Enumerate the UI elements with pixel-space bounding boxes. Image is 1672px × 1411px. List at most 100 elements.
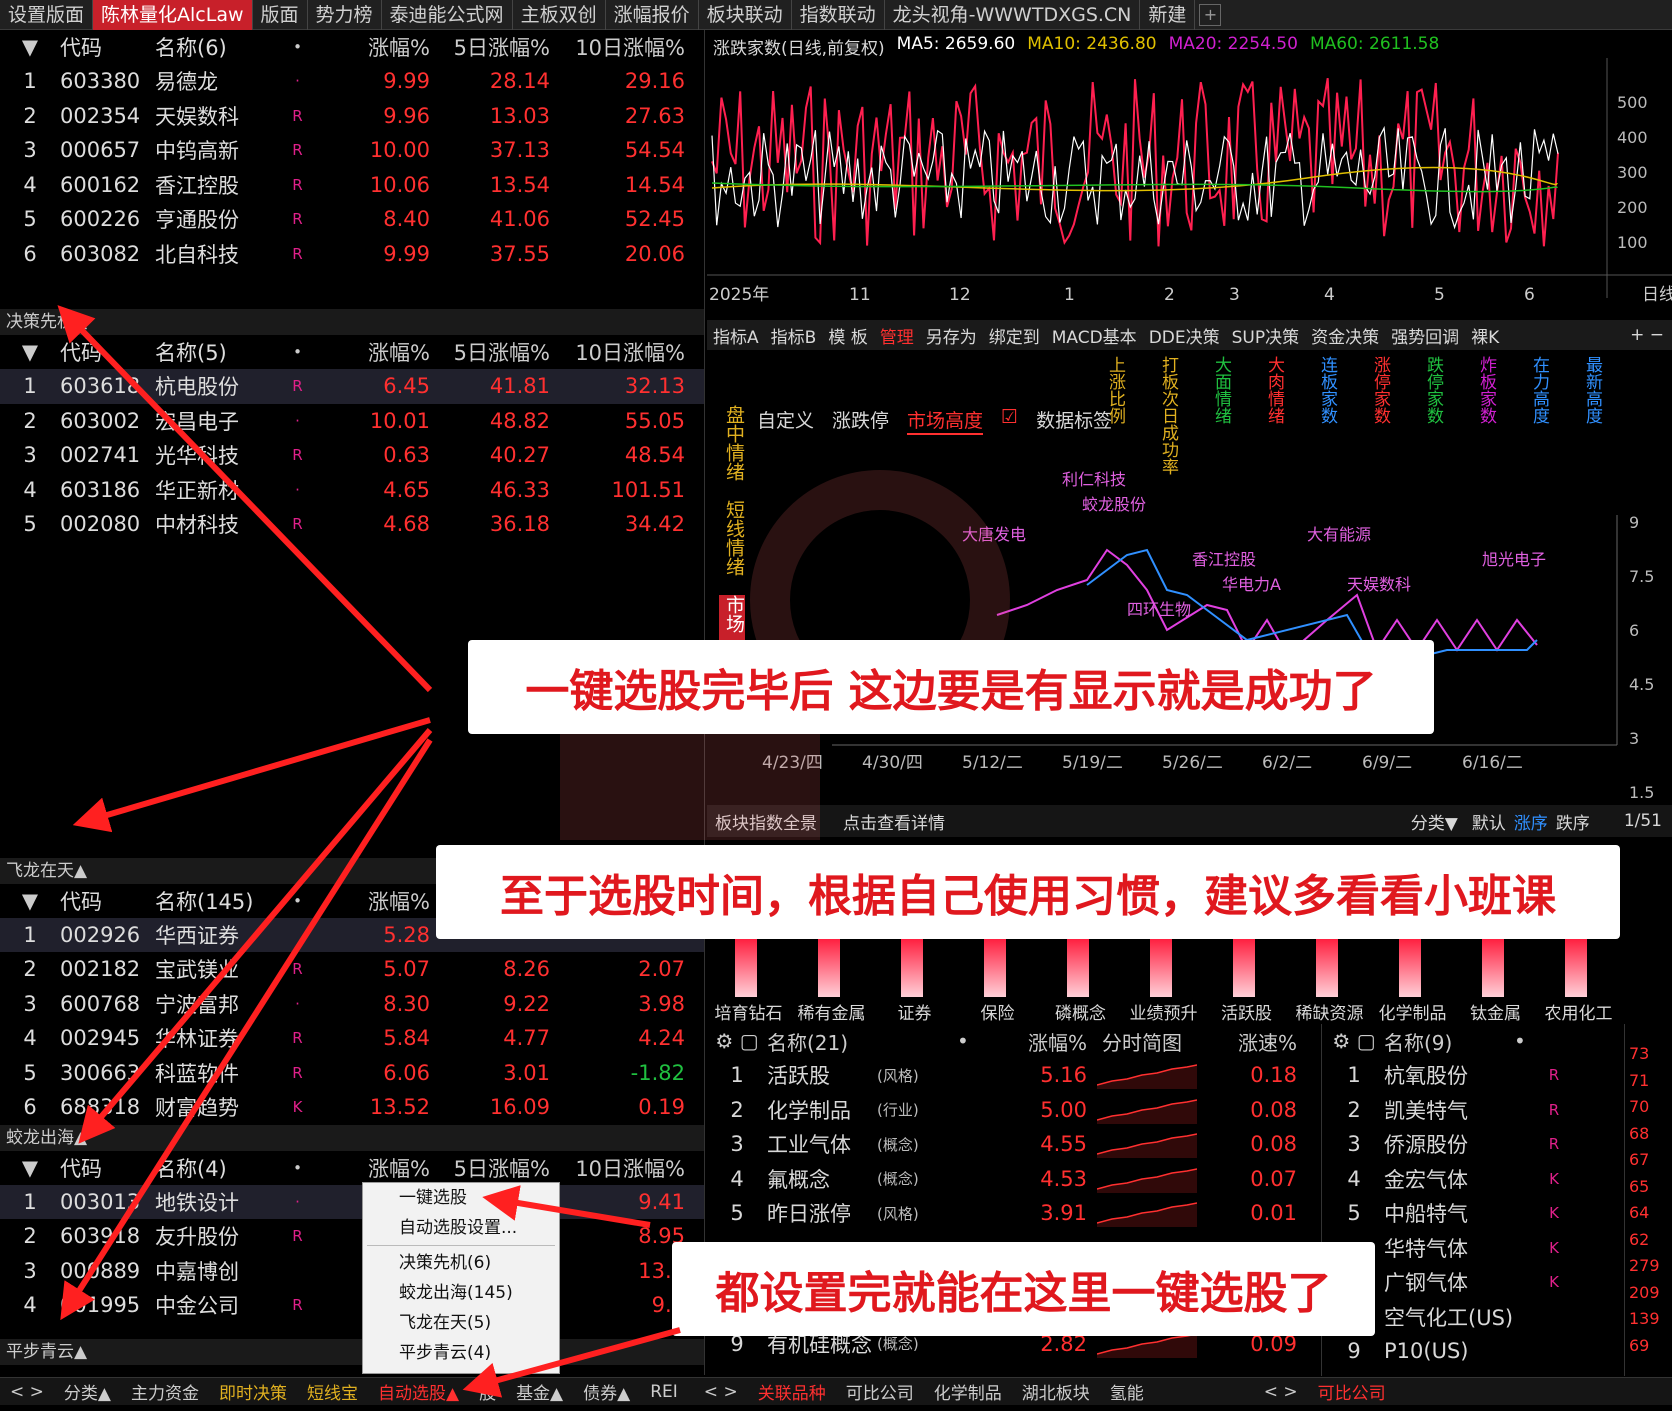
sort-down[interactable]: 跌序	[1552, 809, 1594, 834]
table-row[interactable]: 2 002354 天娱数科 R 9.96 13.03 27.63	[0, 99, 704, 134]
col-pct10[interactable]: 10日涨幅%	[550, 1153, 685, 1183]
section-decision[interactable]: 决策先机▲	[0, 309, 704, 335]
col-sector-name[interactable]: 名称(21)	[767, 1027, 957, 1056]
table-row[interactable]: 2 603002 宏昌电子 · 10.01 48.82 55.05	[0, 404, 704, 439]
tab-chenlin[interactable]: 陈林量化AlcLaw	[93, 0, 253, 30]
expand-plus-icon[interactable]: + −	[1622, 325, 1672, 345]
table-row[interactable]: 4 600162 香江控股 R 10.06 13.54 14.54	[0, 168, 704, 203]
col-pct[interactable]: 涨幅%	[325, 886, 430, 916]
tab-layout[interactable]: 版面	[253, 0, 308, 30]
col-pct[interactable]: 涨幅%	[325, 32, 430, 62]
col-pct5[interactable]: 5日涨幅%	[430, 337, 550, 367]
sector-bar[interactable]	[1399, 939, 1421, 997]
table-row[interactable]: 1 603380 易德龙 · 9.99 28.14 29.16	[0, 64, 704, 99]
sector-bar[interactable]	[1316, 939, 1338, 997]
col-pct5[interactable]: 5日涨幅%	[430, 32, 550, 62]
tab-layout-settings[interactable]: 设置版面	[0, 0, 94, 30]
bottom-tab-chemical[interactable]: 化学制品	[924, 1379, 1012, 1404]
col-name[interactable]: 名称(5)	[155, 337, 270, 367]
menu-flying[interactable]: 飞龙在天(5)	[363, 1308, 559, 1338]
menu-decision[interactable]: 决策先机(6)	[363, 1248, 559, 1278]
table-row[interactable]: 1 003013 地铁设计 · 9.41	[0, 1184, 704, 1219]
col-stock-name[interactable]: 名称(9)	[1384, 1027, 1514, 1056]
bottom-tab-category[interactable]: 分类▲	[54, 1379, 121, 1404]
table-row[interactable]: 4 氟概念 (概念) 4.53 0.07	[707, 1162, 1321, 1197]
ind-tab-manage[interactable]: 管理	[874, 323, 920, 348]
sort-triangle-icon[interactable]: ▼	[0, 340, 60, 364]
table-row[interactable]: 4 001995 中金公司 R 9.7	[0, 1288, 704, 1323]
table-row[interactable]: 1 杭氧股份 R	[1324, 1058, 1624, 1093]
col-pct5[interactable]: 5日涨幅%	[430, 1153, 550, 1183]
ind-tab-pullback[interactable]: 强势回调	[1385, 323, 1465, 348]
table-row[interactable]: 5 002080 中材科技 R 4.68 36.18 34.42	[0, 507, 704, 542]
bottom-tab-hydrogen[interactable]: 氢能	[1100, 1379, 1154, 1404]
nav-arrows-icon[interactable]: < >	[1254, 1382, 1308, 1402]
period-label[interactable]: 日线	[1642, 285, 1672, 305]
ind-tab-template[interactable]: 模 板	[822, 323, 873, 348]
col-sector-speed[interactable]: 涨速%	[1197, 1027, 1297, 1056]
sort-up[interactable]: 涨序	[1510, 809, 1552, 834]
tab-sector-link[interactable]: 板块联动	[699, 0, 792, 30]
table-row[interactable]: 2 凯美特气 R	[1324, 1093, 1624, 1128]
sector-bar[interactable]	[1482, 939, 1504, 997]
table-row[interactable]: 1 活跃股 (风格) 5.16 0.18	[707, 1058, 1321, 1093]
bottom-tab-hubei[interactable]: 湖北板块	[1012, 1379, 1100, 1404]
table-row[interactable]: 1 603618 杭电股份 R 6.45 41.81 32.13	[0, 369, 704, 404]
ind-tab-saveas[interactable]: 另存为	[920, 323, 983, 348]
sector-category-dropdown[interactable]: 分类▼	[1401, 809, 1468, 834]
table-row[interactable]: 9 P10(US)	[1324, 1334, 1624, 1369]
sector-bar[interactable]	[735, 939, 757, 997]
tab-main-board[interactable]: 主板双创	[513, 0, 606, 30]
advance-decline-chart[interactable]: 涨跌家数(日线,前复权) MA5: 2659.60 MA10: 2436.80 …	[707, 30, 1672, 320]
table-row[interactable]: 4 金宏气体 K	[1324, 1162, 1624, 1197]
table-row[interactable]: 4 603186 华正新材 · 4.65 46.33 101.51	[0, 473, 704, 508]
bottom-tab-shortline[interactable]: 短线宝	[297, 1379, 368, 1404]
tab-new[interactable]: 新建	[1140, 0, 1196, 30]
col-pct10[interactable]: 10日涨幅%	[550, 32, 685, 62]
bottom-tab-instant[interactable]: 即时决策	[209, 1379, 297, 1404]
tab-power-list[interactable]: 势力榜	[308, 0, 382, 30]
table-row[interactable]: 3 000889 中嘉博创 13.2	[0, 1254, 704, 1289]
table-row[interactable]: 3 工业气体 (概念) 4.55 0.08	[707, 1127, 1321, 1162]
sector-bar[interactable]	[818, 939, 840, 997]
ind-tab-dde[interactable]: DDE决策	[1143, 323, 1226, 348]
table-row[interactable]: 2 002182 宝武镁业 R 5.07 8.26 2.07	[0, 952, 704, 987]
ind-tab-nakedk[interactable]: 裸K	[1465, 323, 1505, 348]
ind-tab-b[interactable]: 指标B	[765, 323, 823, 348]
col-name[interactable]: 名称(4)	[155, 1153, 270, 1183]
sector-bar[interactable]	[1565, 939, 1587, 997]
table-row[interactable]: 3 600768 宁波富邦 · 8.30 9.22 3.98	[0, 987, 704, 1022]
sector-bar[interactable]	[1150, 939, 1172, 997]
bottom-tab-fund[interactable]: 基金▲	[506, 1379, 573, 1404]
sort-triangle-icon[interactable]: ▼	[0, 889, 60, 913]
col-sector-pct[interactable]: 涨幅%	[997, 1027, 1087, 1056]
menu-auto-select-settings[interactable]: 自动选股设置...	[363, 1213, 559, 1243]
table-row[interactable]: 2 603918 友升股份 R 8.95	[0, 1219, 704, 1254]
table-row[interactable]: 5 昨日涨停 (风格) 3.91 0.01	[707, 1196, 1321, 1231]
col-name[interactable]: 名称(145)	[155, 886, 270, 916]
sort-triangle-icon[interactable]: ▼	[0, 1156, 60, 1180]
bottom-tab-reit[interactable]: REI	[640, 1382, 688, 1402]
table-row[interactable]: 3 侨源股份 R	[1324, 1127, 1624, 1162]
col-sector-mini[interactable]: 分时简图	[1087, 1027, 1197, 1056]
table-row[interactable]: 5 300663 科蓝软件 R 6.06 3.01 -1.82	[0, 1056, 704, 1091]
table-row[interactable]: 6 688318 财富趋势 K 13.52 16.09 0.19	[0, 1090, 704, 1125]
tab-dragon-view[interactable]: 龙头视角-WWWTDXGS.CN	[885, 0, 1141, 30]
bottom-tab-bond[interactable]: 债券▲	[573, 1379, 640, 1404]
bottom-tab-comparable-2[interactable]: 可比公司	[1308, 1379, 1396, 1404]
ind-tab-macd[interactable]: MACD基本	[1046, 323, 1143, 348]
tab-teddy[interactable]: 泰迪能公式网	[382, 0, 513, 30]
sort-default[interactable]: 默认	[1468, 809, 1510, 834]
tab-index-link[interactable]: 指数联动	[792, 0, 885, 30]
sort-triangle-icon[interactable]: ▼	[0, 35, 60, 59]
ind-tab-funds[interactable]: 资金决策	[1305, 323, 1385, 348]
table-row[interactable]: 2 化学制品 (行业) 5.00 0.08	[707, 1093, 1321, 1128]
settings-gear-icon[interactable]: ⚙ ▢	[707, 1029, 767, 1053]
ind-tab-a[interactable]: 指标A	[707, 323, 765, 348]
settings-gear-icon[interactable]: ⚙ ▢	[1324, 1029, 1384, 1053]
table-row[interactable]: 4 002945 华林证券 R 5.84 4.77 4.24	[0, 1021, 704, 1056]
sector-bar[interactable]	[901, 939, 923, 997]
menu-one-click-select[interactable]: 一键选股	[363, 1183, 559, 1213]
sector-bar[interactable]	[984, 939, 1006, 997]
bottom-tab-auto-select[interactable]: 自动选股▲	[368, 1379, 469, 1404]
